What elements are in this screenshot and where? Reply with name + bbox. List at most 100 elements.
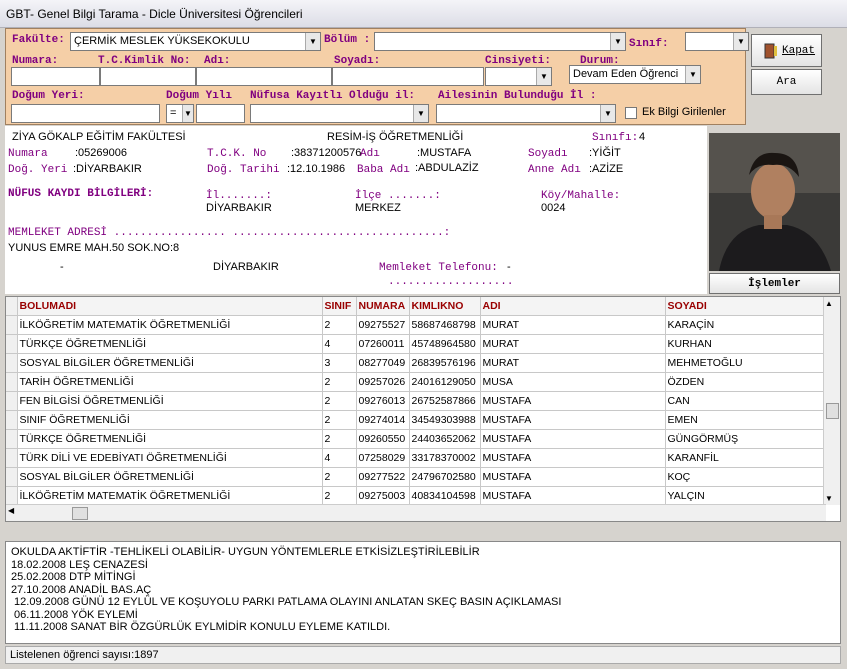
cell-sinif[interactable]: 2: [322, 391, 357, 411]
cell-sinif[interactable]: 2: [322, 429, 357, 449]
table-row[interactable]: FEN BİLGİSİ ÖĞRETMENLİĞİ 2 09276013 2675258…: [6, 391, 826, 411]
cell-numara[interactable]: 07260011: [356, 334, 410, 354]
table-row[interactable]: SOSYAL BİLGİLER ÖĞRETMENLİĞİ 3 08277049 268…: [6, 353, 826, 373]
cell-bolumadi[interactable]: TÜRKÇE ÖĞRETMENLİĞİ: [17, 429, 323, 449]
cell-bolumadi[interactable]: SOSYAL BİLGİLER ÖĞRETMENLİĞİ: [17, 353, 323, 373]
column-header-sinif[interactable]: SINIF: [322, 297, 357, 316]
table-row[interactable]: TÜRKÇE ÖĞRETMENLİĞİ 4 07260011 45748964580 M…: [6, 334, 826, 354]
cell-numara[interactable]: 09274014: [356, 410, 410, 430]
cell-kimlikno[interactable]: 33178370002: [409, 448, 481, 468]
soyadi-input[interactable]: [332, 67, 484, 86]
cell-kimlikno[interactable]: 26839576196: [409, 353, 481, 373]
cell-adi[interactable]: MUSTAFA: [480, 486, 666, 506]
row-indicator[interactable]: [6, 448, 18, 468]
cell-sinif[interactable]: 2: [322, 467, 357, 487]
scroll-up-icon[interactable]: ▲: [825, 299, 833, 308]
row-indicator[interactable]: [6, 315, 18, 335]
grid-vertical-scrollbar[interactable]: ▲ ▼: [823, 297, 840, 505]
cell-numara[interactable]: 09277522: [356, 467, 410, 487]
notes-textarea[interactable]: OKULDA AKTİFTİR -TEHLİKELİ OLABİLİR- UYG…: [5, 541, 841, 644]
cell-adi[interactable]: MUSTAFA: [480, 467, 666, 487]
cell-bolumadi[interactable]: TÜRKÇE ÖĞRETMENLİĞİ: [17, 334, 323, 354]
cell-numara[interactable]: 09275003: [356, 486, 410, 506]
row-indicator[interactable]: [6, 467, 18, 487]
cell-adi[interactable]: MURAT: [480, 315, 666, 335]
row-indicator[interactable]: [6, 486, 18, 506]
cell-numara[interactable]: 08277049: [356, 353, 410, 373]
cinsiyet-combo[interactable]: ▼: [485, 67, 552, 86]
cell-bolumadi[interactable]: TARİH ÖĞRETMENLİĞİ: [17, 372, 323, 392]
cell-sinif[interactable]: 2: [322, 410, 357, 430]
chevron-down-icon[interactable]: ▼: [182, 105, 193, 122]
cell-sinif[interactable]: 2: [322, 372, 357, 392]
cell-soyadi[interactable]: KURHAN: [665, 334, 826, 354]
cell-soyadi[interactable]: KARAÇİN: [665, 315, 826, 335]
durum-combo[interactable]: Devam Eden Öğrenci ▼: [569, 65, 701, 84]
row-indicator[interactable]: [6, 372, 18, 392]
column-header-soyadi[interactable]: SOYADI: [665, 297, 826, 316]
cell-soyadi[interactable]: KARANFİL: [665, 448, 826, 468]
scroll-down-icon[interactable]: ▼: [825, 494, 833, 503]
row-indicator[interactable]: [6, 334, 18, 354]
aile-combo[interactable]: ▼: [436, 104, 616, 123]
cell-kimlikno[interactable]: 24016129050: [409, 372, 481, 392]
chevron-down-icon[interactable]: ▼: [733, 33, 748, 50]
hscroll-thumb[interactable]: [72, 507, 88, 520]
cell-soyadi[interactable]: KOÇ: [665, 467, 826, 487]
cell-adi[interactable]: MUSTAFA: [480, 448, 666, 468]
scroll-thumb[interactable]: [826, 403, 839, 419]
chevron-down-icon[interactable]: ▼: [610, 33, 625, 50]
chevron-down-icon[interactable]: ▼: [413, 105, 428, 122]
cell-kimlikno[interactable]: 24796702580: [409, 467, 481, 487]
cell-numara[interactable]: 07258029: [356, 448, 410, 468]
nufus-combo[interactable]: ▼: [250, 104, 429, 123]
chevron-down-icon[interactable]: ▼: [600, 105, 615, 122]
cell-adi[interactable]: MURAT: [480, 334, 666, 354]
cell-sinif[interactable]: 4: [322, 334, 357, 354]
cell-bolumadi[interactable]: İLKÖĞRETİM MATEMATİK ÖĞRETMENLİĞİ: [17, 315, 323, 335]
cell-sinif[interactable]: 4: [322, 448, 357, 468]
cell-adi[interactable]: MURAT: [480, 353, 666, 373]
chevron-down-icon[interactable]: ▼: [536, 68, 551, 85]
dogum-yili-input[interactable]: [196, 104, 245, 123]
cell-adi[interactable]: MUSA: [480, 372, 666, 392]
dogum-yeri-input[interactable]: [11, 104, 160, 123]
cell-numara[interactable]: 09276013: [356, 391, 410, 411]
row-indicator[interactable]: [6, 429, 18, 449]
column-header-bolumadi[interactable]: BOLUMADI: [17, 297, 323, 316]
cell-soyadi[interactable]: MEHMETOĞLU: [665, 353, 826, 373]
table-row[interactable]: TÜRKÇE ÖĞRETMENLİĞİ 2 09260550 24403652062 M…: [6, 429, 826, 449]
row-indicator[interactable]: [6, 391, 18, 411]
cell-kimlikno[interactable]: 34549303988: [409, 410, 481, 430]
cell-adi[interactable]: MUSTAFA: [480, 410, 666, 430]
cell-numara[interactable]: 09257026: [356, 372, 410, 392]
student-grid[interactable]: BOLUMADI SINIF NUMARA KIMLIKNO ADI SOYAD…: [5, 296, 841, 522]
table-row[interactable]: TARİH ÖĞRETMENLİĞİ 2 09257026 24016129050 MU…: [6, 372, 826, 392]
cell-bolumadi[interactable]: İLKÖĞRETİM MATEMATİK ÖĞRETMENLİĞİ: [17, 486, 323, 506]
kapat-button[interactable]: Kapat: [751, 34, 822, 67]
tc-input[interactable]: [100, 67, 196, 86]
row-indicator[interactable]: [6, 410, 18, 430]
chevron-down-icon[interactable]: ▼: [305, 33, 320, 50]
islemler-button[interactable]: İşlemler: [709, 273, 840, 294]
cell-kimlikno[interactable]: 26752587866: [409, 391, 481, 411]
cell-adi[interactable]: MUSTAFA: [480, 429, 666, 449]
table-row[interactable]: İLKÖĞRETİM MATEMATİK ÖĞRETMENLİĞİ 2 092755…: [6, 315, 826, 335]
sinif-combo[interactable]: ▼: [685, 32, 749, 51]
column-header-adi[interactable]: ADI: [480, 297, 666, 316]
cell-soyadi[interactable]: GÜNGÖRMÜŞ: [665, 429, 826, 449]
cell-soyadi[interactable]: ÖZDEN: [665, 372, 826, 392]
cell-sinif[interactable]: 3: [322, 353, 357, 373]
ek-bilgi-checkbox[interactable]: [625, 107, 637, 119]
grid-horizontal-scrollbar[interactable]: ◀: [6, 504, 826, 521]
cell-numara[interactable]: 09260550: [356, 429, 410, 449]
table-row[interactable]: İLKÖĞRETİM MATEMATİK ÖĞRETMENLİĞİ 2 092750…: [6, 486, 826, 506]
cell-kimlikno[interactable]: 58687468798: [409, 315, 481, 335]
adi-input[interactable]: [196, 67, 332, 86]
cell-bolumadi[interactable]: SINIF ÖĞRETMENLİĞİ: [17, 410, 323, 430]
dogum-yili-op-combo[interactable]: = ▼: [166, 104, 194, 123]
numara-input[interactable]: [11, 67, 100, 86]
column-header-numara[interactable]: NUMARA: [356, 297, 410, 316]
cell-soyadi[interactable]: EMEN: [665, 410, 826, 430]
scroll-left-icon[interactable]: ◀: [8, 506, 14, 515]
